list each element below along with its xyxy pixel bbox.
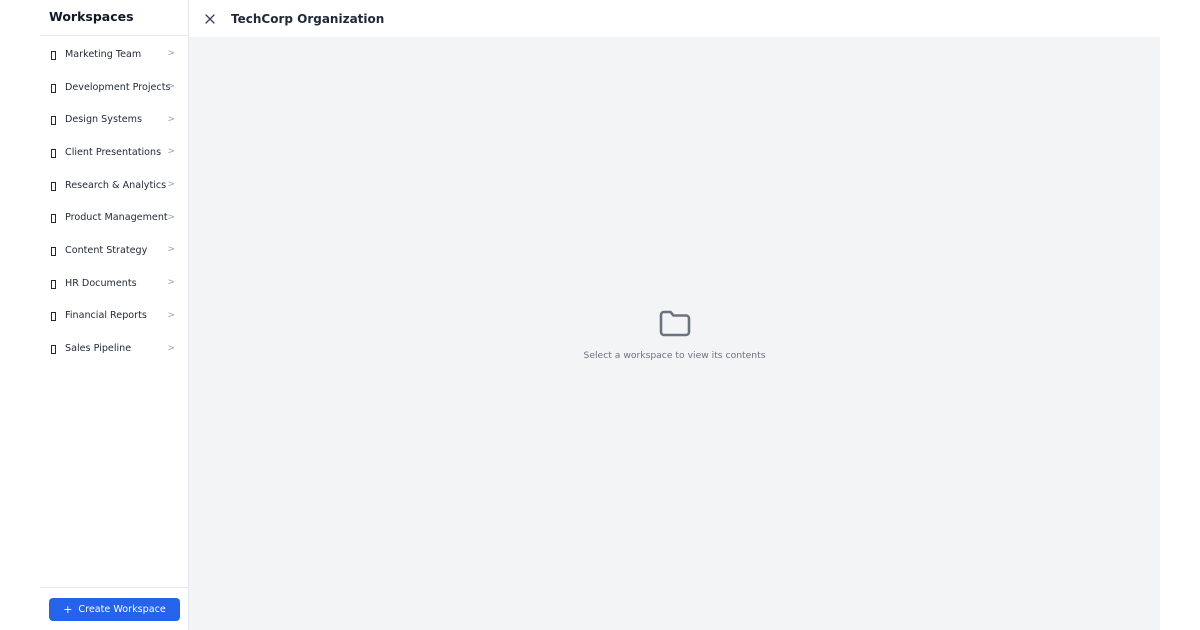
workspace-icon (51, 83, 56, 93)
main-header: TechCorp Organization (189, 0, 1160, 37)
app-window: Workspaces Marketing Team > Development … (40, 0, 1160, 630)
chevron-right-icon: > (167, 48, 175, 59)
sidebar-item-label: Development Projects (65, 81, 171, 93)
plus-icon: + (63, 602, 73, 616)
chevron-right-icon: > (167, 212, 175, 223)
sidebar-footer: + Create Workspace (40, 587, 188, 630)
sidebar-item-label: Content Strategy (65, 244, 148, 256)
sidebar-item-label: Financial Reports (65, 310, 147, 322)
chevron-right-icon: > (167, 244, 175, 255)
sidebar-item-label: Marketing Team (65, 48, 142, 60)
workspace-icon (51, 246, 56, 256)
sidebar-item-content-strategy[interactable]: Content Strategy > (40, 234, 188, 267)
chevron-right-icon: > (167, 146, 175, 157)
sidebar-item-marketing-team[interactable]: Marketing Team > (40, 38, 188, 71)
workspace-icon (51, 50, 56, 60)
chevron-right-icon: > (167, 277, 175, 288)
page-title: TechCorp Organization (231, 11, 385, 26)
chevron-right-icon: > (167, 310, 175, 321)
empty-state-text: Select a workspace to view its contents (583, 350, 766, 361)
workspace-icon (51, 345, 56, 355)
chevron-right-icon: > (167, 81, 175, 92)
workspace-icon (51, 214, 56, 224)
workspace-icon (51, 312, 56, 322)
sidebar-item-label: Product Management (65, 212, 168, 224)
sidebar-item-design-systems[interactable]: Design Systems > (40, 103, 188, 136)
sidebar-item-research-analytics[interactable]: Research & Analytics > (40, 169, 188, 202)
workspace-icon (51, 116, 56, 126)
sidebar-item-sales-pipeline[interactable]: Sales Pipeline > (40, 332, 188, 365)
workspace-icon (51, 279, 56, 289)
close-icon-graphic (205, 13, 215, 24)
folder-icon (659, 310, 690, 337)
sidebar-item-label: Client Presentations (65, 146, 162, 158)
workspace-list: Marketing Team > Development Projects > … (40, 36, 188, 587)
sidebar-item-label: Design Systems (65, 114, 142, 126)
workspace-icon (51, 181, 56, 191)
chevron-right-icon: > (167, 114, 175, 125)
sidebar-header: Workspaces (40, 0, 188, 36)
workspace-icon (51, 148, 56, 158)
sidebar-title: Workspaces (49, 9, 134, 24)
sidebar-item-client-presentations[interactable]: Client Presentations > (40, 136, 188, 169)
sidebar-item-label: HR Documents (65, 277, 137, 289)
sidebar-item-hr-documents[interactable]: HR Documents > (40, 267, 188, 300)
chevron-right-icon: > (167, 343, 175, 354)
sidebar-item-label: Research & Analytics (65, 179, 167, 191)
create-workspace-button[interactable]: + Create Workspace (49, 597, 180, 621)
main-panel: TechCorp Organization Select a workspace… (189, 0, 1160, 630)
sidebar-item-product-management[interactable]: Product Management > (40, 201, 188, 234)
chevron-right-icon: > (167, 179, 175, 190)
close-icon[interactable] (203, 12, 217, 26)
sidebar-item-label: Sales Pipeline (65, 343, 132, 355)
workspace-content-area: Select a workspace to view its contents (189, 37, 1160, 630)
sidebar-item-development-projects[interactable]: Development Projects > (40, 71, 188, 104)
sidebar-item-financial-reports[interactable]: Financial Reports > (40, 300, 188, 333)
workspaces-sidebar: Workspaces Marketing Team > Development … (40, 0, 189, 630)
empty-state: Select a workspace to view its contents (189, 305, 1160, 361)
create-workspace-label: Create Workspace (78, 603, 166, 615)
